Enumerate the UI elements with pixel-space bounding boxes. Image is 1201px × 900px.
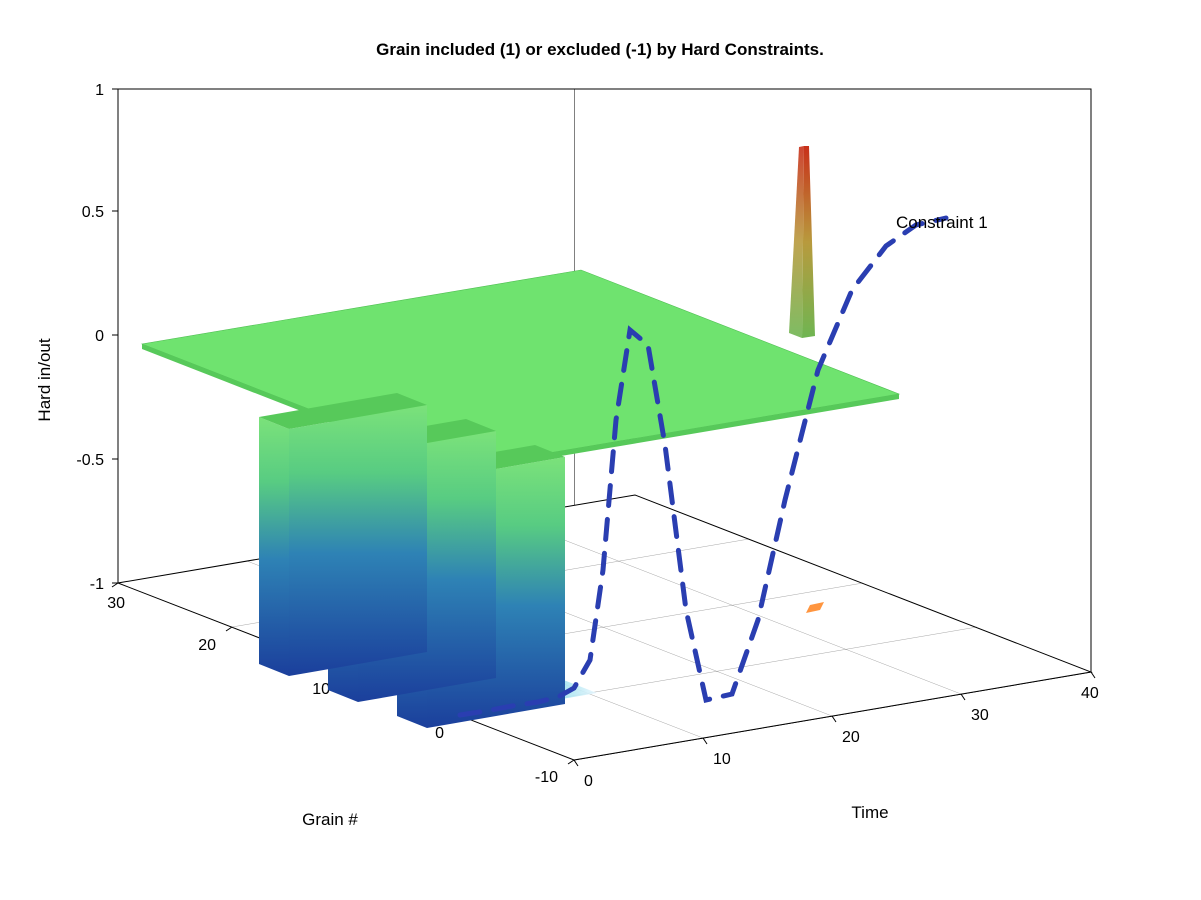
z-tick-1: -0.5 — [76, 452, 104, 469]
x-axis-label: Time — [851, 803, 888, 822]
z-tick-0: -1 — [90, 576, 104, 593]
neg-band-3 — [259, 393, 427, 676]
x-tick-4: 40 — [1081, 685, 1099, 702]
y-tick-4: 30 — [107, 595, 125, 612]
z-axis-label: Hard in/out — [35, 338, 54, 421]
x-tick-1: 10 — [713, 751, 731, 768]
y-axis-label: Grain # — [302, 810, 358, 829]
chart-3d: Grain included (1) or excluded (-1) by H… — [0, 0, 1201, 900]
annotation-constraint-1: Constraint 1 — [896, 213, 988, 232]
x-tick-0: 0 — [584, 773, 593, 790]
z-tick-2: 0 — [95, 328, 104, 345]
z-tick-4: 1 — [95, 82, 104, 99]
x-tick-2: 20 — [842, 729, 860, 746]
y-tick-3: 20 — [198, 637, 216, 654]
y-tick-2: 10 — [312, 681, 330, 698]
x-tick-3: 30 — [971, 707, 989, 724]
chart-title: Grain included (1) or excluded (-1) by H… — [376, 40, 824, 59]
y-tick-0: -10 — [535, 769, 558, 786]
y-tick-1: 0 — [435, 725, 444, 742]
z-tick-3: 0.5 — [82, 204, 104, 221]
z-axis-ticks — [112, 89, 118, 583]
